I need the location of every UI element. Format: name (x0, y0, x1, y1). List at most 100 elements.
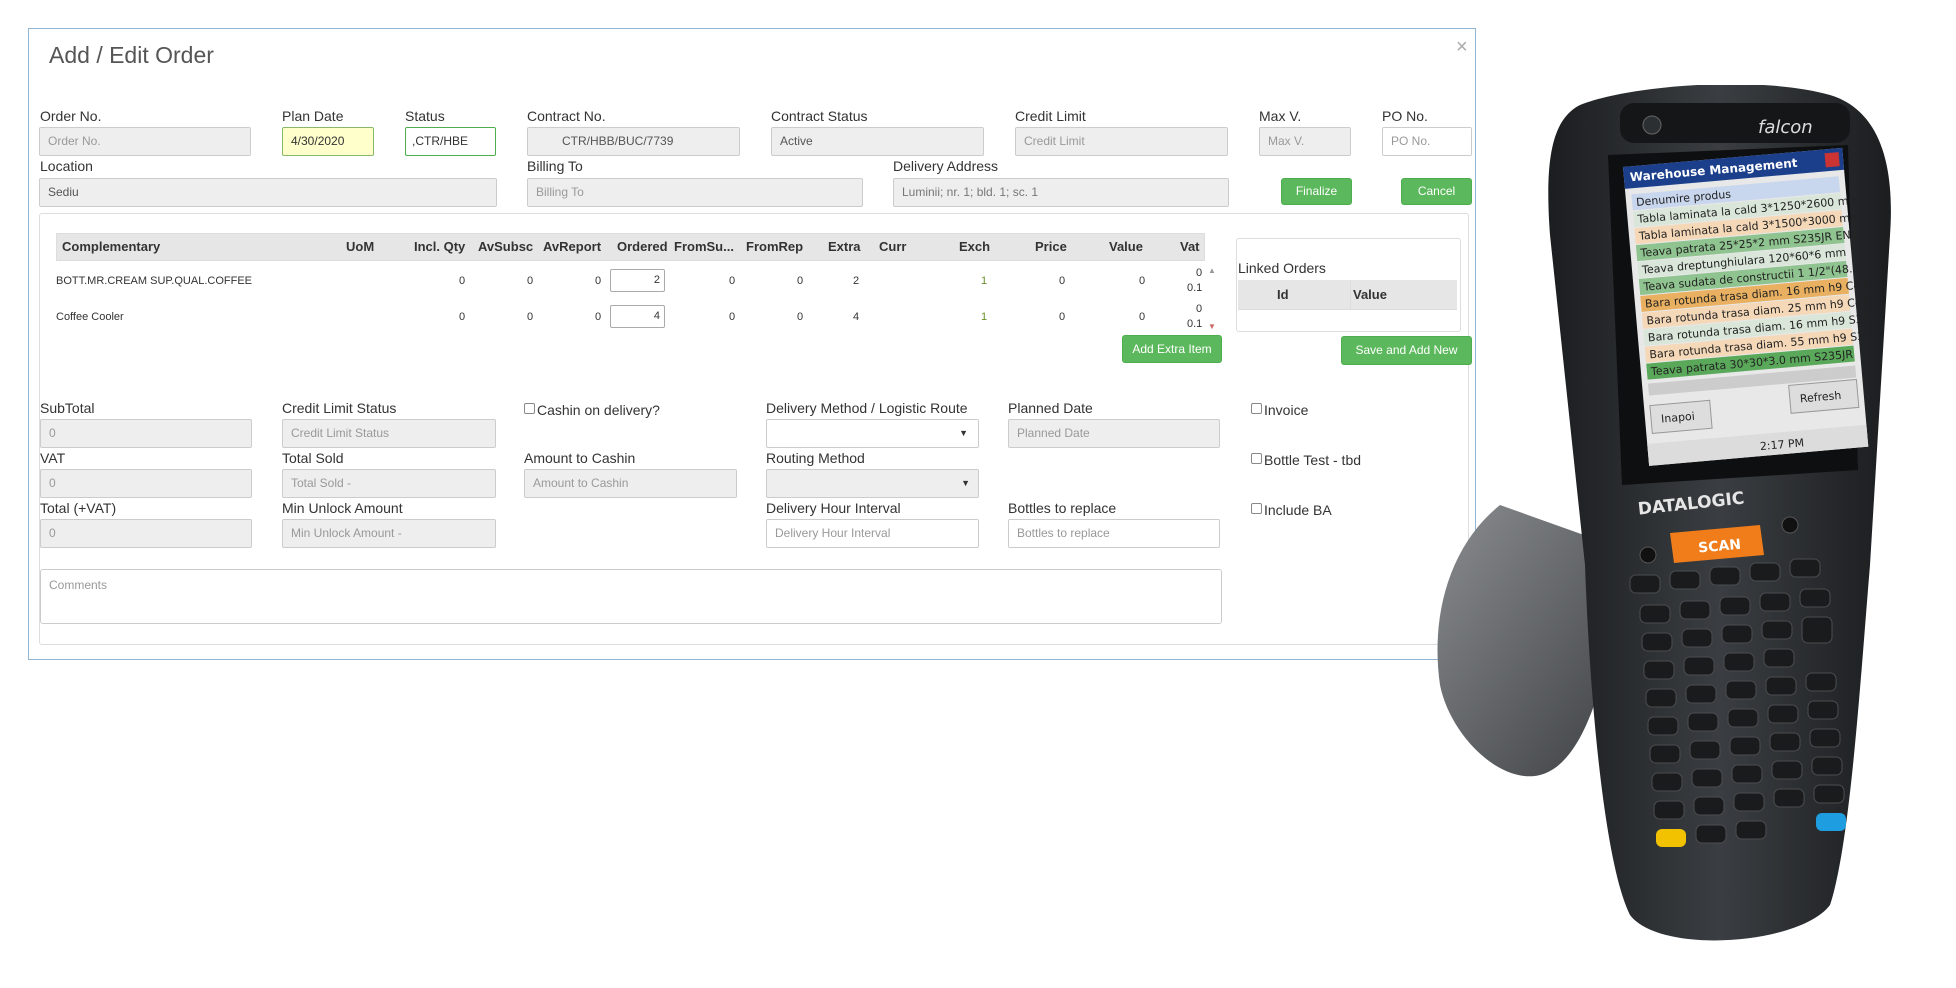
col-avsubsc[interactable]: AvSubsc (478, 239, 533, 254)
bottles-to-replace-input[interactable]: Bottles to replace (1008, 519, 1220, 548)
row1-extra: 2 (853, 275, 860, 287)
amount-to-cashin-input[interactable]: Amount to Cashin (524, 469, 737, 498)
comments-textarea[interactable]: Comments (40, 569, 1222, 624)
contract-status-label: Contract Status (771, 108, 868, 124)
plan-date-input[interactable]: 4/30/2020 (282, 127, 374, 156)
col-exch[interactable]: Exch (959, 239, 990, 254)
contract-no-input[interactable]: CTR/HBB/BUC/7739 (527, 127, 740, 156)
contract-status-input[interactable]: Active (771, 127, 984, 156)
routing-method-label: Routing Method (766, 450, 865, 466)
col-fromsu[interactable]: FromSu... (674, 239, 734, 254)
row1-exch: 1 (981, 275, 988, 287)
grid-scroll-up-icon[interactable]: ▲ (1208, 266, 1216, 275)
billing-to-input[interactable]: Billing To (527, 178, 863, 207)
plan-date-label: Plan Date (282, 108, 344, 124)
delivery-hour-input[interactable]: Delivery Hour Interval (766, 519, 979, 548)
status-input[interactable]: ,CTR/HBE (405, 127, 496, 156)
cashin-checkbox[interactable] (524, 403, 535, 414)
order-no-input[interactable]: Order No. (39, 127, 251, 156)
row1-name: BOTT.MR.CREAM SUP.QUAL.COFFEE (56, 275, 252, 287)
total-input[interactable]: 0 (40, 519, 252, 548)
include-ba-checkbox[interactable] (1251, 503, 1262, 514)
add-extra-item-button[interactable]: Add Extra Item (1122, 335, 1222, 363)
subtotal-label: SubTotal (40, 400, 95, 416)
vat-input[interactable]: 0 (40, 469, 252, 498)
delivery-address-label: Delivery Address (893, 158, 999, 174)
credit-limit-label: Credit Limit (1015, 108, 1086, 124)
finalize-button[interactable]: Finalize (1281, 178, 1352, 205)
row2-value: 0 (1139, 311, 1146, 323)
col-vat[interactable]: Vat (1180, 239, 1200, 254)
row2-vat: 0 (1196, 303, 1203, 315)
grid-scroll-down-icon[interactable]: ▼ (1208, 322, 1216, 331)
close-icon[interactable]: × (1456, 36, 1468, 59)
include-ba-label: Include BA (1264, 502, 1332, 518)
amount-to-cashin-label: Amount to Cashin (524, 450, 636, 466)
location-label: Location (40, 158, 93, 174)
row2-incl: 0 (459, 311, 466, 323)
handheld-scanner-image: falcon Warehouse Management Denumire pro… (1437, 85, 1891, 941)
invoice-label: Invoice (1264, 402, 1309, 418)
row2-avsubsc: 0 (527, 311, 534, 323)
linked-col-id[interactable]: Id (1277, 287, 1289, 302)
invoice-checkbox[interactable] (1251, 403, 1262, 414)
linked-col-value[interactable]: Value (1353, 287, 1387, 302)
bottles-to-replace-label: Bottles to replace (1008, 500, 1117, 516)
planned-date-input[interactable]: Planned Date (1008, 419, 1220, 448)
linked-col-divider (1350, 281, 1351, 309)
status-label: Status (405, 108, 445, 124)
location-input[interactable]: Sediu (39, 178, 497, 207)
credit-limit-input[interactable]: Credit Limit (1015, 127, 1228, 156)
min-unlock-input[interactable]: Min Unlock Amount - (282, 519, 496, 548)
total-sold-input[interactable]: Total Sold - (282, 469, 496, 498)
col-price[interactable]: Price (1035, 239, 1067, 254)
po-no-label: PO No. (1382, 108, 1428, 124)
row2-fromsu: 0 (729, 311, 736, 323)
row1-price: 0 (1059, 275, 1066, 287)
cashin-label: Cashin on delivery? (537, 402, 660, 418)
delivery-method-select[interactable]: ▼ (766, 419, 979, 448)
row2-ordered-input[interactable]: 4 (610, 305, 665, 328)
order-no-label: Order No. (40, 108, 102, 124)
subtotal-input[interactable]: 0 (40, 419, 252, 448)
delivery-address-input[interactable]: Luminii; nr. 1; bld. 1; sc. 1 (893, 178, 1229, 207)
row1-incl: 0 (459, 275, 466, 287)
row2-exch: 1 (981, 311, 988, 323)
col-value[interactable]: Value (1109, 239, 1143, 254)
min-unlock-label: Min Unlock Amount (282, 500, 403, 516)
row1-vat: 0 (1196, 267, 1203, 279)
col-ordered[interactable]: Ordered (617, 239, 668, 254)
linked-orders-header (1238, 280, 1457, 310)
delivery-method-label: Delivery Method / Logistic Route (766, 400, 968, 416)
row1-vat-rate: 0.1 (1187, 282, 1203, 294)
col-fromrep[interactable]: FromRep (746, 239, 803, 254)
row1-avsubsc: 0 (527, 275, 534, 287)
col-avreport[interactable]: AvReport (543, 239, 601, 254)
row2-fromrep: 0 (797, 311, 804, 323)
row2-price: 0 (1059, 311, 1066, 323)
row1-value: 0 (1139, 275, 1146, 287)
row1-avreport: 0 (595, 275, 602, 287)
vat-label: VAT (40, 450, 66, 466)
col-extra[interactable]: Extra (828, 239, 861, 254)
planned-date-label: Planned Date (1008, 400, 1093, 416)
total-label: Total (+VAT) (40, 500, 117, 516)
contract-no-label: Contract No. (527, 108, 606, 124)
col-curr[interactable]: Curr (879, 239, 906, 254)
billing-to-label: Billing To (527, 158, 583, 174)
max-v-input[interactable]: Max V. (1259, 127, 1351, 156)
power-icon (1642, 115, 1662, 135)
routing-method-select[interactable]: ▼ (766, 469, 979, 498)
total-sold-label: Total Sold (282, 450, 344, 466)
row1-ordered-input[interactable]: 2 (610, 269, 665, 292)
col-uom[interactable]: UoM (346, 239, 374, 254)
bottle-test-label: Bottle Test - tbd (1264, 452, 1362, 468)
col-incl-qty[interactable]: Incl. Qty (414, 239, 465, 254)
row2-extra: 4 (853, 311, 860, 323)
row2-vat-rate: 0.1 (1187, 318, 1203, 330)
row2-name: Coffee Cooler (56, 311, 124, 323)
credit-limit-status-input[interactable]: Credit Limit Status (282, 419, 496, 448)
credit-limit-status-label: Credit Limit Status (282, 400, 397, 416)
bottle-test-checkbox[interactable] (1251, 453, 1262, 464)
col-complementary[interactable]: Complementary (62, 239, 160, 254)
